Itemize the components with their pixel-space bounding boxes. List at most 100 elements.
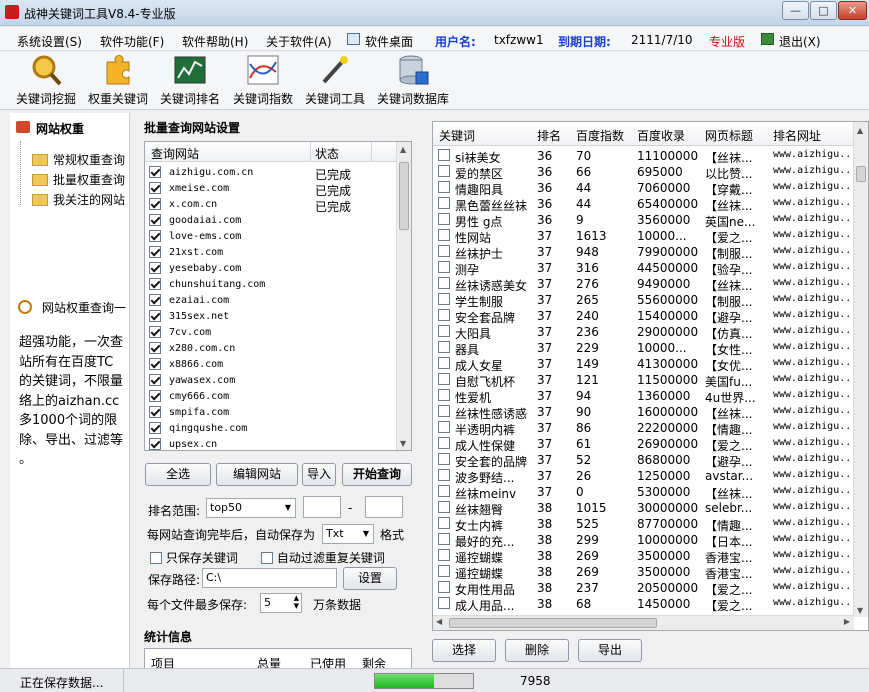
row-checkbox[interactable] — [438, 261, 450, 273]
import-button[interactable]: 导入 — [302, 463, 336, 486]
site-checkbox[interactable] — [149, 374, 161, 386]
menu-logout[interactable]: 退出(X) — [779, 33, 821, 50]
site-row[interactable]: 315sex.net — [149, 310, 399, 326]
site-row[interactable]: x8866.com — [149, 358, 399, 374]
row-checkbox[interactable] — [438, 565, 450, 577]
site-checkbox[interactable] — [149, 262, 161, 274]
result-row[interactable]: 成人女星 37 149 41300000 【女优... www.aizhigu... — [433, 356, 854, 373]
site-checkbox[interactable] — [149, 438, 161, 450]
site-list-scrollbar[interactable]: ▲ ▼ — [396, 142, 411, 450]
rank-range-select[interactable]: top50 ▼ — [206, 498, 296, 518]
site-checkbox[interactable] — [149, 406, 161, 418]
row-checkbox[interactable] — [438, 597, 450, 609]
menu-software-desktop[interactable]: 软件桌面 — [365, 33, 413, 50]
site-row[interactable]: love-ems.com — [149, 230, 399, 246]
menu-software-help[interactable]: 软件帮助(H) — [182, 33, 248, 50]
select-all-button[interactable]: 全选 — [145, 463, 211, 486]
stepper-arrows-icon[interactable]: ▲ ▼ — [294, 594, 299, 610]
scroll-down-icon[interactable]: ▼ — [857, 606, 863, 615]
col-rank[interactable]: 排名 — [537, 127, 561, 144]
result-row[interactable]: si袜美女 36 70 11100000 【丝袜... www.aizhigu... — [433, 148, 854, 165]
scroll-right-icon[interactable]: ▶ — [844, 617, 850, 626]
checkbox[interactable] — [150, 552, 162, 564]
site-row[interactable]: yawasex.com — [149, 374, 399, 390]
site-checkbox[interactable] — [149, 422, 161, 434]
site-checkbox[interactable] — [149, 310, 161, 322]
site-checkbox[interactable] — [149, 326, 161, 338]
toolbar-keyword-database[interactable]: 关键词数据库 — [375, 54, 451, 107]
result-row[interactable]: 性网站 37 1613 10000... 【爱之... www.aizhigu... — [433, 228, 854, 245]
row-checkbox[interactable] — [438, 437, 450, 449]
result-row[interactable]: 学生制服 37 265 55600000 【制服... www.aizhigu... — [433, 292, 854, 309]
row-checkbox[interactable] — [438, 485, 450, 497]
checkbox[interactable] — [261, 552, 273, 564]
result-row[interactable]: 性爱机 37 94 1360000 4u世界... www.aizhigu... — [433, 388, 854, 405]
row-checkbox[interactable] — [438, 245, 450, 257]
site-row[interactable]: aizhigu.com.cn 已完成 — [149, 166, 399, 182]
result-row[interactable]: 女用性用品 38 237 20500000 【爱之... www.aizhigu... — [433, 580, 854, 597]
result-row[interactable]: 自慰飞机杯 37 121 11500000 美国fu... www.aizhigu... — [433, 372, 854, 389]
toolbar-keyword-tools[interactable]: 关键词工具 — [303, 54, 367, 107]
menu-software-functions[interactable]: 软件功能(F) — [100, 33, 164, 50]
row-checkbox[interactable] — [438, 389, 450, 401]
result-row[interactable]: 丝袜护士 37 948 79900000 【制服... www.aizhigu... — [433, 244, 854, 261]
row-checkbox[interactable] — [438, 325, 450, 337]
site-checkbox[interactable] — [149, 358, 161, 370]
site-checkbox[interactable] — [149, 278, 161, 290]
result-row[interactable]: 丝袜翘臀 38 1015 30000000 selebr... www.aizhigu..… — [433, 500, 854, 517]
max-save-stepper[interactable]: 5 ▲ ▼ — [260, 593, 302, 613]
site-checkbox[interactable] — [149, 246, 161, 258]
result-row[interactable]: 情趣阳具 36 44 7060000 【穿戴... www.aizhigu... — [433, 180, 854, 197]
toolbar-keyword-mining[interactable]: 关键词挖掘 — [15, 54, 77, 107]
row-checkbox[interactable] — [438, 357, 450, 369]
site-row[interactable]: cmy666.com — [149, 390, 399, 406]
row-checkbox[interactable] — [438, 341, 450, 353]
row-checkbox[interactable] — [438, 453, 450, 465]
close-button[interactable]: ✕ — [838, 1, 867, 20]
row-checkbox[interactable] — [438, 197, 450, 209]
scroll-up-icon[interactable]: ▲ — [400, 145, 406, 154]
export-button[interactable]: 导出 — [578, 639, 642, 662]
result-row[interactable]: 安全套的品牌 37 52 8680000 【避孕... www.aizhigu... — [433, 452, 854, 469]
tree-item-regular-weight[interactable]: 常规权重查询 — [32, 151, 130, 168]
maximize-button[interactable]: □ — [810, 1, 837, 20]
only-keywords-checkbox[interactable]: 只保存关键词 — [150, 549, 238, 566]
site-row[interactable]: qingqushe.com — [149, 422, 399, 438]
result-row[interactable]: 丝袜meinv 37 0 5300000 【丝袜... www.aizhigu... — [433, 484, 854, 501]
toolbar-weight-keywords[interactable]: 权重关键词 — [87, 54, 149, 107]
settings-button[interactable]: 设置 — [343, 567, 397, 590]
results-vscrollbar[interactable]: ▲ ▼ — [853, 122, 868, 617]
result-row[interactable]: 女士内裤 38 525 87700000 【情趣... www.aizhigu... — [433, 516, 854, 533]
edit-sites-button[interactable]: 编辑网站 — [216, 463, 298, 486]
result-row[interactable]: 丝袜诱惑美女 37 276 9490000 【丝袜... www.aizhigu... — [433, 276, 854, 293]
result-row[interactable]: 大阳具 37 236 29000000 【仿真... www.aizhigu... — [433, 324, 854, 341]
site-checkbox[interactable] — [149, 214, 161, 226]
result-row[interactable]: 测孕 37 316 44500000 【验孕... www.aizhigu... — [433, 260, 854, 277]
delete-button[interactable]: 删除 — [505, 639, 569, 662]
result-row[interactable]: 黑色蕾丝丝袜 36 44 65400000 【丝袜... www.aizhigu... — [433, 196, 854, 213]
site-row[interactable]: x280.com.cn — [149, 342, 399, 358]
col-keyword[interactable]: 关键词 — [439, 127, 475, 144]
site-row[interactable]: goodaiai.com — [149, 214, 399, 230]
result-row[interactable]: 遥控蝴蝶 38 269 3500000 香港宝... www.aizhigu... — [433, 564, 854, 581]
col-baidu-indexed[interactable]: 百度收录 — [637, 127, 685, 144]
format-select[interactable]: Txt ▼ — [322, 524, 374, 544]
row-checkbox[interactable] — [438, 181, 450, 193]
result-row[interactable]: 半透明内裤 37 86 22200000 【情趣... www.aizhigu... — [433, 420, 854, 437]
site-list[interactable]: 查询网站 状态 aizhigu.com.cn 已完成 xmeise.com 已完成 x.… — [144, 141, 412, 451]
result-row[interactable]: 成人用品... 38 68 1450000 【爱之... www.aizhigu... — [433, 596, 854, 613]
row-checkbox[interactable] — [438, 469, 450, 481]
row-checkbox[interactable] — [438, 165, 450, 177]
site-checkbox[interactable] — [149, 294, 161, 306]
site-row[interactable]: smpifa.com — [149, 406, 399, 422]
row-checkbox[interactable] — [438, 309, 450, 321]
site-row[interactable]: chunshuitang.com — [149, 278, 399, 294]
result-row[interactable]: 成人性保健 37 61 26900000 【爱之... www.aizhigu... — [433, 436, 854, 453]
site-row[interactable]: xmeise.com 已完成 — [149, 182, 399, 198]
save-path-input[interactable]: C:\ — [202, 568, 337, 588]
result-row[interactable]: 波多野结... 37 26 1250000 avstar... www.aizhigu..… — [433, 468, 854, 485]
row-checkbox[interactable] — [438, 277, 450, 289]
row-checkbox[interactable] — [438, 405, 450, 417]
row-checkbox[interactable] — [438, 373, 450, 385]
row-checkbox[interactable] — [438, 549, 450, 561]
